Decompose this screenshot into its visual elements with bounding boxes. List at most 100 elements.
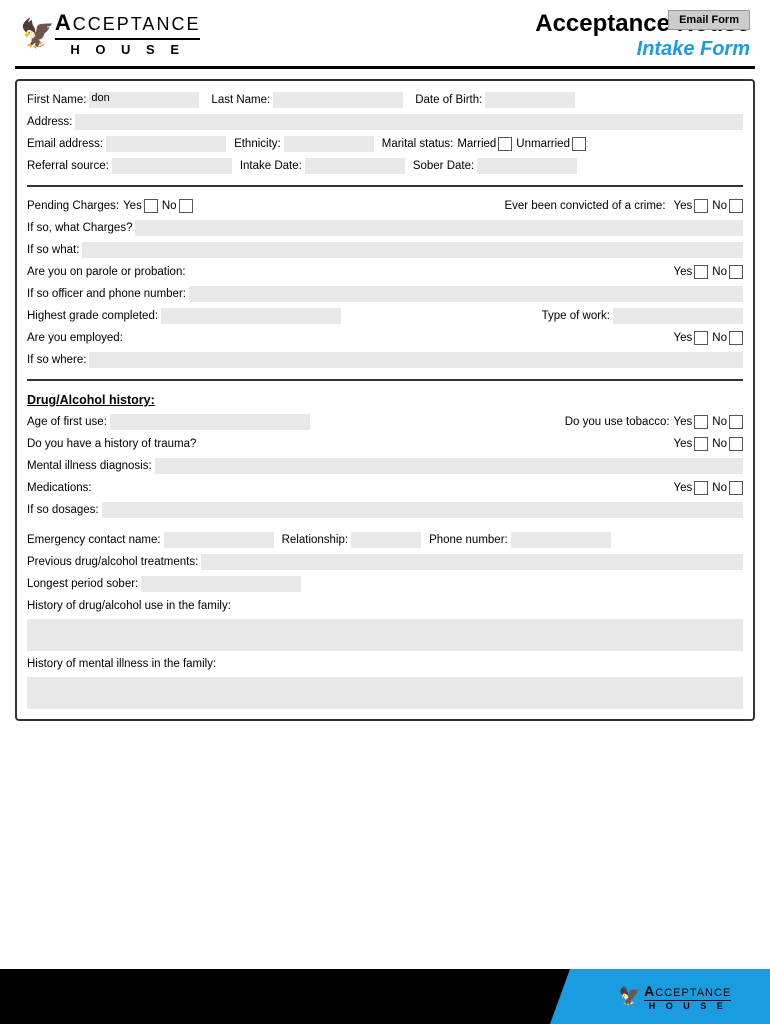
row-emergency: Emergency contact name: Relationship: Ph… — [27, 529, 743, 551]
grade-field[interactable] — [161, 308, 341, 324]
dob-field[interactable] — [485, 92, 575, 108]
address-field[interactable] — [75, 114, 743, 130]
email-field[interactable] — [106, 136, 226, 152]
dosages-field[interactable] — [102, 502, 743, 518]
phone-field[interactable] — [511, 532, 611, 548]
ethnicity-field[interactable] — [284, 136, 374, 152]
meds-yes-checkbox[interactable] — [694, 481, 708, 495]
trauma-no-checkbox[interactable] — [729, 437, 743, 451]
referral-label: Referral source: — [27, 160, 109, 172]
pending-yes-label: Yes — [123, 200, 142, 212]
if-where-label: If so where: — [27, 354, 86, 366]
referral-field[interactable] — [112, 158, 232, 174]
logo-house-text: H O U S E — [55, 38, 201, 57]
last-name-field[interactable] — [273, 92, 403, 108]
logo-cceptance: CCEPTANCE — [73, 14, 201, 34]
meds-yes-label: Yes — [674, 482, 693, 494]
if-charges-field[interactable] — [135, 220, 743, 236]
row-officer: If so officer and phone number: — [27, 283, 743, 305]
if-what-label: If so what: — [27, 244, 79, 256]
footer-blue-area: 🦅 ACCEPTANCE H O U S E — [550, 969, 770, 1024]
if-what-field[interactable] — [82, 242, 743, 258]
convicted-no-label: No — [712, 200, 727, 212]
row-if-what: If so what: — [27, 239, 743, 261]
officer-field[interactable] — [189, 286, 743, 302]
intake-label: Intake Date: — [240, 160, 302, 172]
grade-label: Highest grade completed: — [27, 310, 158, 322]
footer-logo-text: ACCEPTANCE H O U S E — [644, 983, 731, 1011]
prev-treatment-field[interactable] — [201, 554, 743, 570]
tobacco-yes-label: Yes — [674, 416, 693, 428]
family-history-field[interactable] — [27, 619, 743, 651]
parole-no-checkbox[interactable] — [729, 265, 743, 279]
row-pending: Pending Charges: Yes No Ever been convic… — [27, 195, 743, 217]
row-dosages: If so dosages: — [27, 499, 743, 521]
if-where-field[interactable] — [89, 352, 743, 368]
row-parole: Are you on parole or probation: Yes No — [27, 261, 743, 283]
convicted-yes-checkbox[interactable] — [694, 199, 708, 213]
tobacco-yes-checkbox[interactable] — [694, 415, 708, 429]
tobacco-no-label: No — [712, 416, 727, 428]
employed-yes-label: Yes — [674, 332, 693, 344]
parole-yes-checkbox[interactable] — [694, 265, 708, 279]
section-divider-2 — [27, 379, 743, 381]
unmarried-checkbox[interactable] — [572, 137, 586, 151]
sober-field[interactable] — [477, 158, 577, 174]
relationship-field[interactable] — [351, 532, 421, 548]
mental-family-field[interactable] — [27, 677, 743, 709]
logo-area: 🦅 ACCEPTANCE H O U S E — [20, 10, 200, 57]
trauma-yes-checkbox[interactable] — [694, 437, 708, 451]
intake-field[interactable] — [305, 158, 405, 174]
row-mental: Mental illness diagnosis: — [27, 455, 743, 477]
logo-icon: 🦅 — [20, 20, 55, 48]
emergency-name-field[interactable] — [164, 532, 274, 548]
pending-yes-checkbox[interactable] — [144, 199, 158, 213]
header: 🦅 ACCEPTANCE H O U S E Acceptance House … — [0, 0, 770, 66]
spacer-row — [27, 521, 743, 529]
section-divider-1 — [27, 185, 743, 187]
employed-no-checkbox[interactable] — [729, 331, 743, 345]
mental-field[interactable] — [155, 458, 743, 474]
row-drug-title: Drug/Alcohol history: — [27, 389, 743, 411]
header-divider — [15, 66, 755, 69]
unmarried-label: Unmarried — [516, 138, 570, 150]
row-employed: Are you employed: Yes No — [27, 327, 743, 349]
parole-yes-label: Yes — [674, 266, 693, 278]
married-checkbox[interactable] — [498, 137, 512, 151]
meds-no-checkbox[interactable] — [729, 481, 743, 495]
row-family-drug-label: History of drug/alcohol use in the famil… — [27, 595, 743, 617]
footer-logo-house: H O U S E — [644, 1000, 731, 1011]
row-address: Address: — [27, 111, 743, 133]
tobacco-no-checkbox[interactable] — [729, 415, 743, 429]
work-type-field[interactable] — [613, 308, 743, 324]
footer-logo-acceptance: ACCEPTANCE — [644, 983, 731, 999]
if-charges-label: If so, what Charges? — [27, 222, 132, 234]
age-field[interactable] — [110, 414, 310, 430]
first-name-field[interactable]: don — [89, 92, 199, 108]
ethnicity-label: Ethnicity: — [234, 138, 281, 150]
employed-no-label: No — [712, 332, 727, 344]
convicted-no-checkbox[interactable] — [729, 199, 743, 213]
logo-acceptance: ACCEPTANCE — [55, 10, 201, 36]
last-name-label: Last Name: — [211, 94, 270, 106]
employed-yes-checkbox[interactable] — [694, 331, 708, 345]
family-history-label: History of drug/alcohol use in the famil… — [27, 600, 231, 612]
row-if-where: If so where: — [27, 349, 743, 371]
form-container: First Name: don Last Name: Date of Birth… — [15, 79, 755, 721]
meds-no-label: No — [712, 482, 727, 494]
address-label: Address: — [27, 116, 72, 128]
phone-label: Phone number: — [429, 534, 508, 546]
row-age-tobacco: Age of first use: Do you use tobacco: Ye… — [27, 411, 743, 433]
emergency-name-label: Emergency contact name: — [27, 534, 161, 546]
longest-sober-field[interactable] — [141, 576, 301, 592]
meds-label: Medications: — [27, 482, 92, 494]
convicted-yes-label: Yes — [674, 200, 693, 212]
dob-label: Date of Birth: — [415, 94, 482, 106]
pending-no-checkbox[interactable] — [179, 199, 193, 213]
email-form-button[interactable]: Email Form — [668, 10, 750, 30]
prev-treatment-label: Previous drug/alcohol treatments: — [27, 556, 198, 568]
row-if-charges: If so, what Charges? — [27, 217, 743, 239]
dosages-label: If so dosages: — [27, 504, 99, 516]
age-label: Age of first use: — [27, 416, 107, 428]
sober-label: Sober Date: — [413, 160, 474, 172]
